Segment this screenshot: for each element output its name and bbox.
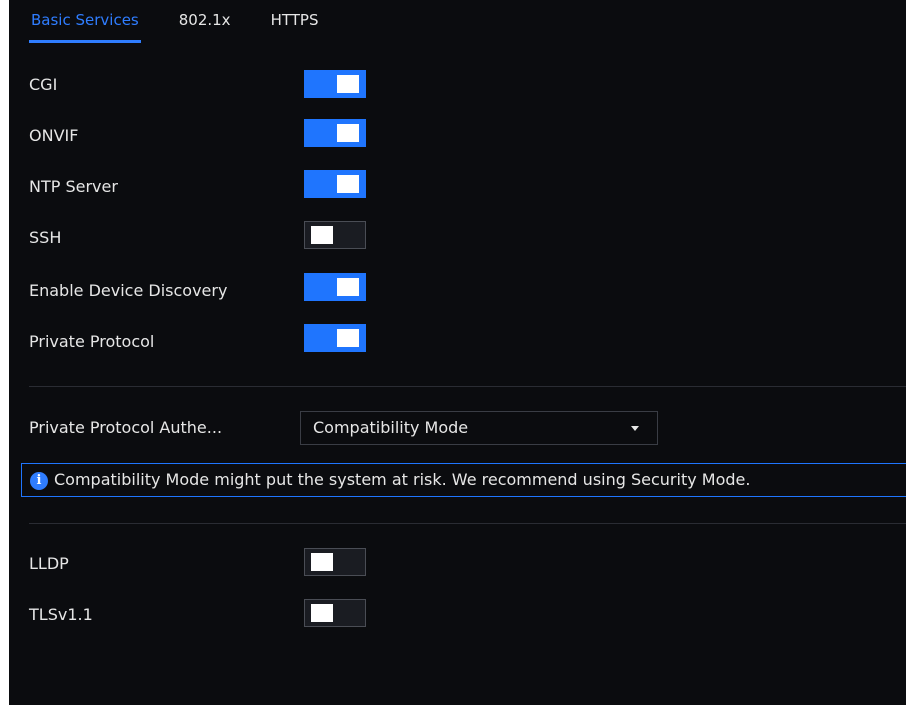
tab-https[interactable]: HTTPS xyxy=(271,0,319,46)
tab-bar: Basic Services 802.1x HTTPS xyxy=(29,0,358,46)
tab-8021x[interactable]: 802.1x xyxy=(179,0,231,46)
cgi-toggle[interactable] xyxy=(304,70,366,98)
tlsv11-toggle[interactable] xyxy=(304,599,366,627)
toggle-knob xyxy=(337,175,359,193)
onvif-label: ONVIF xyxy=(29,126,79,145)
toggle-knob xyxy=(311,604,333,622)
info-icon: i xyxy=(30,472,48,490)
ntp-server-toggle[interactable] xyxy=(304,170,366,198)
auth-mode-select[interactable]: Compatibility Mode xyxy=(300,411,658,445)
toggle-knob xyxy=(337,75,359,93)
toggle-knob xyxy=(337,124,359,142)
toggle-knob xyxy=(311,226,333,244)
toggle-knob xyxy=(337,329,359,347)
device-discovery-toggle[interactable] xyxy=(304,273,366,301)
onvif-toggle[interactable] xyxy=(304,119,366,147)
device-discovery-label: Enable Device Discovery xyxy=(29,281,228,300)
cgi-label: CGI xyxy=(29,75,58,94)
private-protocol-toggle[interactable] xyxy=(304,324,366,352)
lldp-label: LLDP xyxy=(29,554,69,573)
toggle-knob xyxy=(311,553,333,571)
chevron-down-icon xyxy=(631,426,639,431)
ntp-server-label: NTP Server xyxy=(29,177,118,196)
ssh-label: SSH xyxy=(29,228,62,247)
auth-mode-value: Compatibility Mode xyxy=(313,418,469,437)
risk-notice: i Compatibility Mode might put the syste… xyxy=(21,463,906,497)
auth-mode-label: Private Protocol Authe... xyxy=(29,418,223,437)
divider xyxy=(29,523,906,524)
lldp-toggle[interactable] xyxy=(304,548,366,576)
settings-panel: Basic Services 802.1x HTTPS CGI ONVIF NT… xyxy=(9,0,906,705)
divider xyxy=(29,386,906,387)
ssh-toggle[interactable] xyxy=(304,221,366,249)
private-protocol-label: Private Protocol xyxy=(29,332,155,351)
tlsv11-label: TLSv1.1 xyxy=(29,605,93,624)
tab-basic-services[interactable]: Basic Services xyxy=(29,0,141,46)
risk-notice-text: Compatibility Mode might put the system … xyxy=(54,470,751,489)
toggle-knob xyxy=(337,278,359,296)
